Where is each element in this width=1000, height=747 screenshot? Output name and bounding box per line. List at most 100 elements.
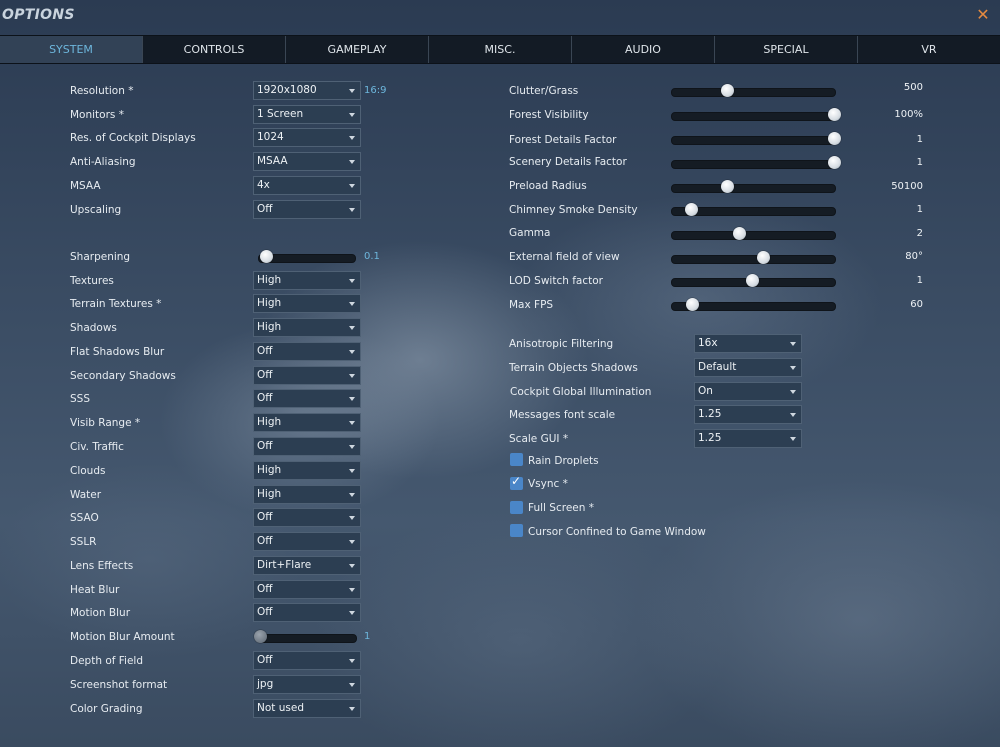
screenshot-format-label: Screenshot format — [70, 679, 168, 691]
monitors-label: Monitors * — [70, 109, 124, 121]
chevron-down-icon — [349, 564, 355, 568]
slider-knob[interactable] — [827, 156, 841, 169]
sharpening-value: 0.1 — [364, 251, 380, 262]
tab-audio[interactable]: AUDIO — [572, 36, 715, 63]
chevron-down-icon — [790, 390, 796, 394]
lens-effects-dropdown[interactable]: Dirt+Flare — [253, 556, 361, 575]
water-dropdown[interactable]: High — [253, 485, 361, 504]
rain-droplets-checkbox[interactable] — [510, 453, 523, 466]
gamma-value: 2 — [916, 228, 923, 239]
clouds-label: Clouds — [70, 465, 106, 477]
vsync-checkbox[interactable]: ✓ — [510, 474, 523, 490]
slider-track — [671, 255, 836, 264]
flat-shadows-blur-dropdown[interactable]: Off — [253, 342, 361, 361]
anti-aliasing-value: MSAA — [257, 155, 288, 167]
tab-vr[interactable]: VR — [858, 36, 1000, 63]
max-fps-slider[interactable] — [671, 298, 836, 312]
heat-blur-label: Heat Blur — [70, 584, 120, 596]
terrain-textures-dropdown[interactable]: High — [253, 294, 361, 313]
screenshot-format-dropdown[interactable]: jpg — [253, 675, 361, 694]
anisotropic-filtering-dropdown[interactable]: 16x — [694, 334, 802, 353]
clutter-grass-slider[interactable] — [671, 84, 836, 98]
chevron-down-icon — [349, 89, 355, 93]
tab-system[interactable]: SYSTEM — [0, 36, 143, 63]
gamma-slider[interactable] — [671, 227, 836, 241]
civ-traffic-value: Off — [257, 440, 273, 452]
monitors-dropdown[interactable]: 1 Screen — [253, 105, 361, 124]
anti-aliasing-dropdown[interactable]: MSAA — [253, 152, 361, 171]
resolution-value: 1920x1080 — [257, 84, 317, 96]
scenery-details-factor-slider[interactable] — [671, 156, 841, 170]
sharpening-slider[interactable] — [258, 250, 356, 264]
gamma-label: Gamma — [509, 227, 551, 239]
chimney-smoke-density-slider[interactable] — [671, 203, 836, 217]
visib-range-dropdown[interactable]: High — [253, 413, 361, 432]
preload-radius-slider[interactable] — [671, 180, 836, 194]
slider-knob[interactable] — [259, 250, 273, 263]
terrain-objects-shadows-dropdown[interactable]: Default — [694, 358, 802, 377]
motion-blur-dropdown[interactable]: Off — [253, 603, 361, 622]
ssao-dropdown[interactable]: Off — [253, 508, 361, 527]
chevron-down-icon — [349, 707, 355, 711]
clutter-grass-label: Clutter/Grass — [509, 85, 579, 97]
forest-details-factor-slider[interactable] — [671, 132, 841, 146]
forest-visibility-value: 100% — [894, 109, 923, 120]
slider-knob[interactable] — [684, 203, 698, 216]
color-grading-dropdown[interactable]: Not used — [253, 699, 361, 718]
terrain-objects-shadows-label: Terrain Objects Shadows — [509, 362, 638, 374]
slider-knob[interactable] — [827, 132, 841, 145]
upscaling-dropdown[interactable]: Off — [253, 200, 361, 219]
slider-knob[interactable] — [721, 84, 735, 97]
tab-special[interactable]: SPECIAL — [715, 36, 858, 63]
forest-details-factor-label: Forest Details Factor — [509, 134, 617, 146]
motion-blur-label: Motion Blur — [70, 607, 131, 619]
checkmark-icon: ✓ — [511, 474, 522, 488]
shadows-dropdown[interactable]: High — [253, 318, 361, 337]
scale-gui-dropdown[interactable]: 1.25 — [694, 429, 802, 448]
close-icon[interactable]: ✕ — [974, 6, 992, 24]
chevron-down-icon — [349, 208, 355, 212]
chevron-down-icon — [349, 113, 355, 117]
chevron-down-icon — [790, 366, 796, 370]
secondary-shadows-dropdown[interactable]: Off — [253, 366, 361, 385]
civ-traffic-dropdown[interactable]: Off — [253, 437, 361, 456]
tab-gameplay[interactable]: GAMEPLAY — [286, 36, 429, 63]
cockpit-global-illumination-value: On — [698, 385, 713, 397]
slider-knob[interactable] — [745, 274, 759, 287]
slider-knob[interactable] — [254, 630, 267, 643]
sss-dropdown[interactable]: Off — [253, 389, 361, 408]
slider-knob[interactable] — [827, 108, 841, 121]
depth-of-field-label: Depth of Field — [70, 655, 144, 667]
aspect-ratio-hint: 16:9 — [364, 85, 387, 96]
depth-of-field-dropdown[interactable]: Off — [253, 651, 361, 670]
messages-font-scale-value: 1.25 — [698, 408, 722, 420]
messages-font-scale-dropdown[interactable]: 1.25 — [694, 405, 802, 424]
slider-knob[interactable] — [732, 227, 746, 240]
full-screen-checkbox[interactable] — [510, 501, 523, 514]
textures-dropdown[interactable]: High — [253, 271, 361, 290]
chevron-down-icon — [349, 350, 355, 354]
forest-visibility-slider[interactable] — [671, 108, 841, 122]
cursor-confined-checkbox[interactable] — [510, 524, 523, 537]
msaa-dropdown[interactable]: 4x — [253, 176, 361, 195]
forest-visibility-label: Forest Visibility — [509, 109, 589, 121]
cockpit-displays-dropdown[interactable]: 1024 — [253, 128, 361, 147]
terrain-textures-value: High — [257, 297, 282, 309]
tab-misc[interactable]: MISC. — [429, 36, 572, 63]
clouds-dropdown[interactable]: High — [253, 461, 361, 480]
textures-value: High — [257, 274, 282, 286]
anisotropic-filtering-value: 16x — [698, 337, 718, 349]
scenery-details-factor-value: 1 — [916, 157, 923, 168]
ssao-value: Off — [257, 511, 273, 523]
tab-controls[interactable]: CONTROLS — [143, 36, 286, 63]
resolution-dropdown[interactable]: 1920x1080 — [253, 81, 361, 100]
lod-switch-factor-slider[interactable] — [671, 274, 836, 288]
sslr-dropdown[interactable]: Off — [253, 532, 361, 551]
motion-blur-amount-slider[interactable] — [254, 630, 357, 644]
cockpit-global-illumination-dropdown[interactable]: On — [694, 382, 802, 401]
chevron-down-icon — [349, 516, 355, 520]
scale-gui-label: Scale GUI * — [509, 433, 569, 445]
slider-knob[interactable] — [721, 180, 735, 193]
heat-blur-dropdown[interactable]: Off — [253, 580, 361, 599]
external-fov-slider[interactable] — [671, 251, 836, 265]
